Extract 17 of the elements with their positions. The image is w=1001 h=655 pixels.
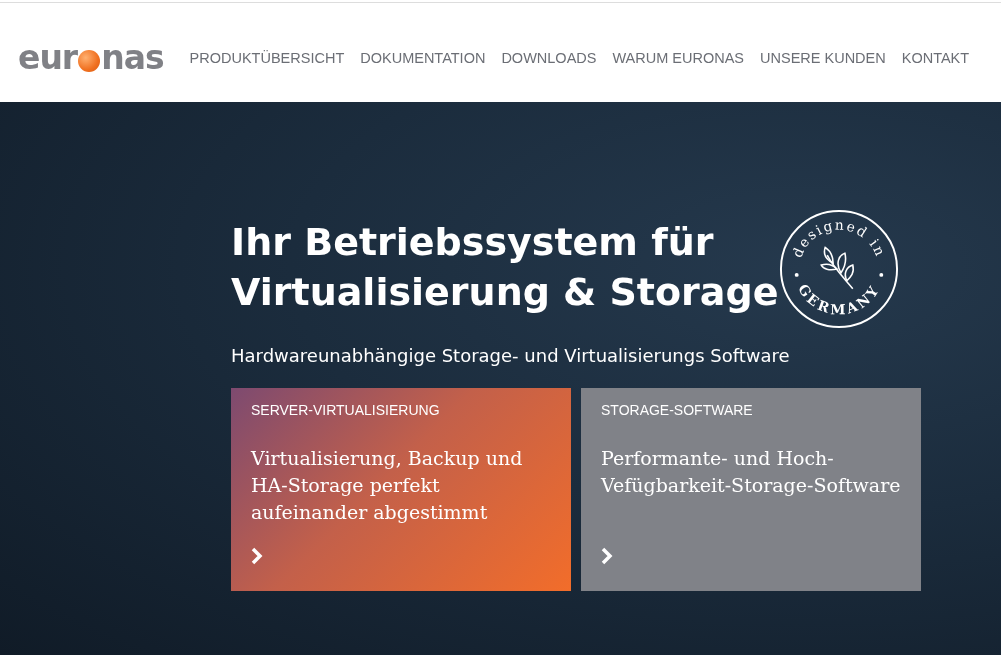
link-card[interactable]: SERVER-VIRTUALISIERUNG Virtualisierung, Backup und HA-Storage perfekt aufeinander abgestimmt xyxy=(231,388,571,591)
card-heading: SERVER-VIRTUALISIERUNG xyxy=(251,402,441,418)
nav-link[interactable]: DOKUMENTATION xyxy=(360,49,486,66)
link-card[interactable]: STORAGE-SOFTWARE Performante- und Hoch-Vefügbarkeit-Storage-Software xyxy=(581,388,921,591)
chevron-right-icon xyxy=(601,547,613,565)
card-heading: STORAGE-SOFTWARE xyxy=(601,402,754,418)
nav-link[interactable]: PRODUKTÜBERSICHT xyxy=(189,49,345,66)
nav-link[interactable]: WARUM EURONAS xyxy=(612,49,745,66)
nav-link[interactable]: UNSERE KUNDEN xyxy=(760,49,886,66)
card-text: Virtualisierung, Backup und HA-Storage perfekt aufeinander abgestimmt xyxy=(251,446,524,525)
hero-title: Ihr Betriebssystem für Virtualisierung & Storage xyxy=(231,219,779,316)
hero-subtitle: Hardwareunabhängige Storage- und Virtualisierungs Software xyxy=(231,345,791,366)
nav-link[interactable]: KONTAKT xyxy=(901,49,970,66)
nav-link[interactable]: DOWNLOADS xyxy=(501,49,597,66)
card-text: Performante- und Hoch-Vefügbarkeit-Storage-Software xyxy=(601,446,901,498)
chevron-right-icon xyxy=(251,547,263,565)
euronas-logo[interactable]: eur nas xyxy=(18,38,164,77)
